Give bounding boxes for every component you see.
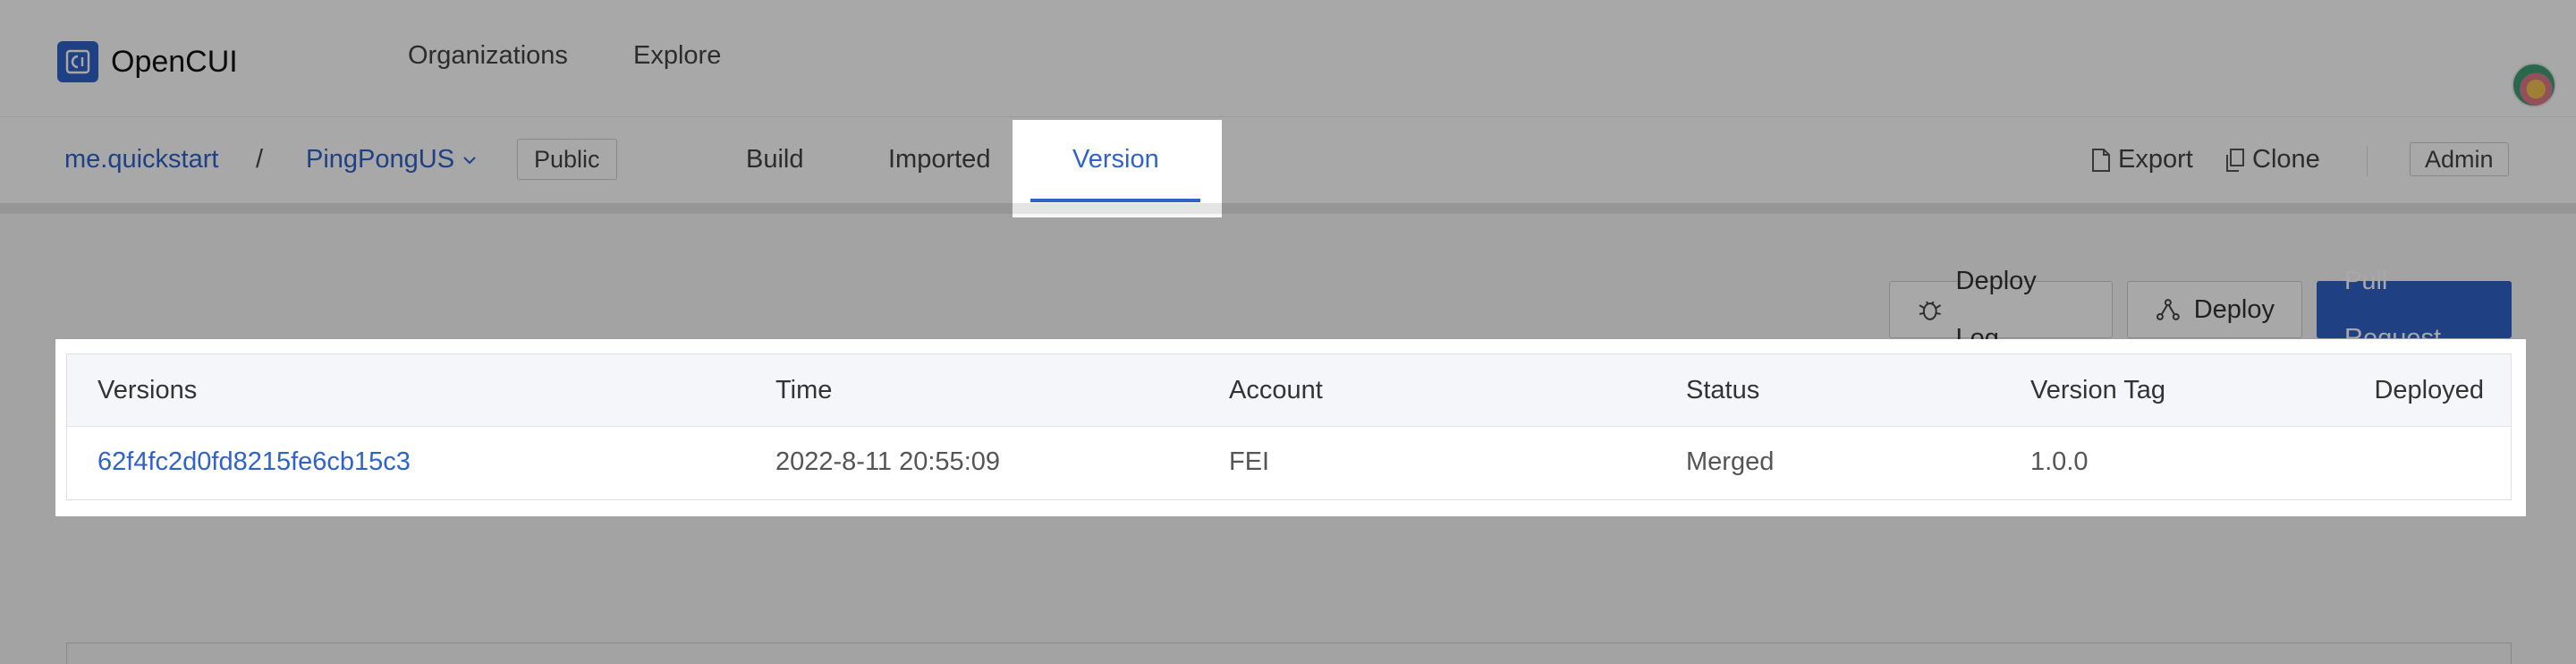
project-toolbar: me.quickstart / PingPongUS Public Build … [0,117,2576,217]
deploy-label: Deploy [2193,295,2275,324]
admin-button[interactable]: Admin [2410,142,2509,176]
user-avatar[interactable] [2512,63,2556,107]
copy-icon [2226,148,2244,172]
lower-panel-border-left [66,643,67,664]
column-header-version-tag: Version Tag [2030,376,2166,404]
version-id-link[interactable]: 62f4fc2d0fd8215fe6cb15c3 [97,447,411,477]
version-time: 2022-8-11 20:55:09 [775,447,1001,476]
app-name: OpenCUI [111,44,238,79]
opencui-logo-icon [57,41,98,82]
deploy-log-button[interactable]: Deploy Log [1889,267,2113,353]
nav-organizations[interactable]: Organizations [408,41,568,71]
column-header-versions: Versions [97,376,198,404]
divider [2367,146,2368,176]
chevron-down-icon [463,156,476,164]
clone-button[interactable]: Clone [2225,145,2320,175]
column-header-account: Account [1229,376,1323,404]
deploy-button[interactable]: Deploy [2127,281,2302,338]
project-selector[interactable]: PingPongUS [306,145,478,175]
column-header-deployed: Deployed [2374,376,2484,404]
export-label: Export [2118,145,2193,174]
clone-label: Clone [2252,145,2320,174]
active-tab-indicator [1030,199,1200,202]
tab-build[interactable]: Build [746,145,804,175]
tab-version[interactable]: Version [1072,145,1159,175]
versions-table-panel: Versions Time Account Status Version Tag… [55,339,2526,516]
pull-request-button[interactable]: Pull Request [2317,267,2512,353]
version-account: FEI [1229,447,1270,476]
file-icon [2092,148,2110,172]
toolbar-shadow [0,203,2576,214]
visibility-badge: Public [517,139,617,180]
tab-imported[interactable]: Imported [888,145,990,175]
column-header-status: Status [1686,376,1760,404]
versions-table: Versions Time Account Status Version Tag… [66,353,2512,500]
table-header: Versions Time Account Status Version Tag… [67,354,2511,427]
breadcrumb-separator: / [256,145,264,174]
column-header-time: Time [775,376,833,404]
version-status: Merged [1686,447,1775,476]
export-button[interactable]: Export [2091,145,2193,175]
breadcrumb-org[interactable]: me.quickstart [64,145,218,175]
bug-icon [1919,301,1942,320]
nav-explore[interactable]: Explore [633,41,721,71]
top-navigation-bar: OpenCUI Organizations Explore [0,0,2576,117]
lower-panel-border-right [2511,643,2512,664]
app-logo[interactable]: OpenCUI [57,41,238,82]
deploy-icon [2156,299,2180,320]
project-name: PingPongUS [306,145,455,174]
version-tag: 1.0.0 [2030,447,2089,476]
